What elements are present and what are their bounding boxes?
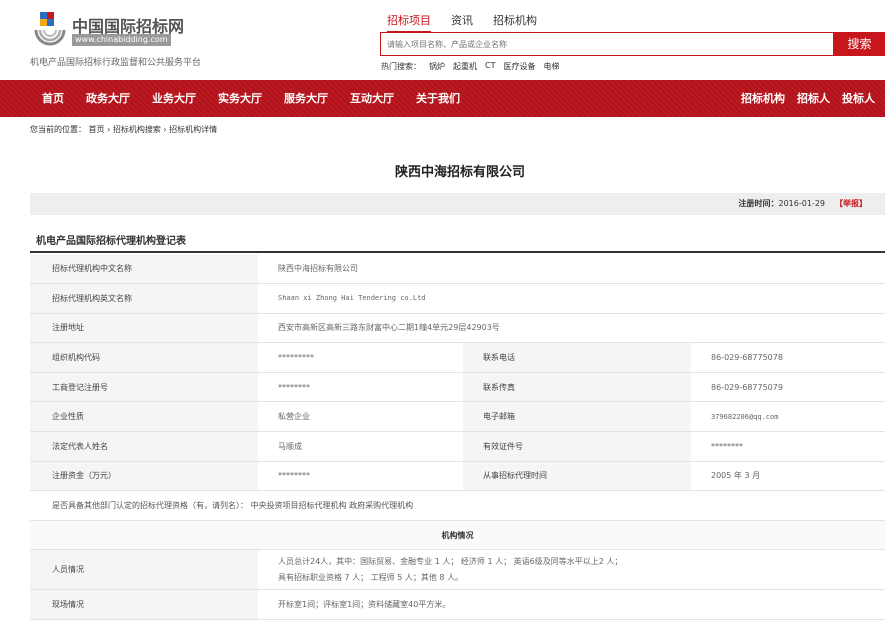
staff-value: 人员总计24人，其中：国际贸易、金融专业 1 人； 经济师 1 人； 英语6级及… <box>258 549 885 591</box>
logo-subtitle: 机电产品国际招标行政监督和公共服务平台 <box>30 58 202 68</box>
logo-url: www.chinabidding.com <box>72 34 171 46</box>
field-label: 企业性质 <box>30 401 258 433</box>
hot-label: 热门搜索： <box>381 62 421 71</box>
nav-practice-hall[interactable]: 实务大厅 <box>218 80 262 117</box>
field-value: 86-029-68775079 <box>691 372 885 403</box>
field-label: 人员情况 <box>30 549 258 591</box>
search-button[interactable]: 搜索 <box>834 32 885 56</box>
field-value: 2005 年 3 月 <box>691 461 885 492</box>
registration-time: 注册时间：2016-01-29 <box>739 193 826 215</box>
nav-bidders[interactable]: 投标人 <box>842 80 875 117</box>
table-row: 是否具备其他部门认定的招标代理资格（有，请列名）： 中央投资项目招标代理机构 政… <box>30 490 885 521</box>
main-nav: 首页 政务大厅 业务大厅 实务大厅 服务大厅 互动大厅 关于我们 招标机构 招标… <box>0 80 885 117</box>
site-header: 中国国际招标网 www.chinabidding.com 机电产品国际招标行政监… <box>0 0 885 80</box>
field-label: 注册资金（万元） <box>30 461 258 492</box>
table-row: 注册地址 西安市高新区高新三路东财富中心二期1幢4单元29层42903号 <box>30 313 885 344</box>
nav-agencies[interactable]: 招标机构 <box>741 80 785 117</box>
logo-icon[interactable] <box>30 10 70 48</box>
table-row: 人员情况 人员总计24人，其中：国际贸易、金融专业 1 人； 经济师 1 人； … <box>30 549 885 591</box>
field-value: 私营企业 <box>258 401 463 433</box>
field-value: 379682206@qq.com <box>691 401 885 433</box>
staff-line: 人员总计24人，其中：国际贸易、金融专业 1 人； 经济师 1 人； 英语6级及… <box>278 557 623 567</box>
search-input[interactable] <box>381 33 833 55</box>
field-value: 马顺成 <box>258 431 463 462</box>
search-box <box>380 32 834 56</box>
registration-table: 招标代理机构中文名称 陕西中海招标有限公司 招标代理机构英文名称 Shaan x… <box>30 254 885 620</box>
report-link[interactable]: 【举报】 <box>835 193 867 215</box>
field-value: 陕西中海招标有限公司 <box>258 254 885 285</box>
field-value: 西安市高新区高新三路东财富中心二期1幢4单元29层42903号 <box>258 313 885 344</box>
nav-interact-hall[interactable]: 互动大厅 <box>350 80 394 117</box>
table-row: 工商登记注册号 ******** 联系传真 86-029-68775079 <box>30 372 885 403</box>
hot-item[interactable]: 电梯 <box>543 61 559 72</box>
field-value: ******** <box>258 372 463 403</box>
field-label: 注册地址 <box>30 313 258 344</box>
field-label: 招标代理机构中文名称 <box>30 254 258 285</box>
staff-line: 具有招标职业资格 7 人； 工程师 5 人；其他 8 人。 <box>278 573 464 583</box>
table-row: 招标代理机构中文名称 陕西中海招标有限公司 <box>30 254 885 285</box>
registration-bar: 注册时间：2016-01-29 【举报】 <box>30 193 885 215</box>
registration-date: 2016-01-29 <box>778 199 826 208</box>
field-label: 法定代表人姓名 <box>30 431 258 462</box>
nav-tenderers[interactable]: 招标人 <box>797 80 830 117</box>
field-value: 开标室1间；评标室1间；资料储藏室40平方米。 <box>258 589 885 620</box>
hot-item[interactable]: 锅炉 <box>429 61 445 72</box>
nav-business-hall[interactable]: 业务大厅 <box>152 80 196 117</box>
field-value: ******** <box>691 431 885 462</box>
nav-home[interactable]: 首页 <box>42 80 64 117</box>
field-label: 联系电话 <box>463 342 691 373</box>
field-label: 组织机构代码 <box>30 342 258 373</box>
table-row: 组织机构代码 ********* 联系电话 86-029-68775078 <box>30 342 885 373</box>
hot-item[interactable]: 起重机 <box>453 61 477 72</box>
table-row: 招标代理机构英文名称 Shaan xi Zhong Hai Tendering … <box>30 283 885 314</box>
field-label: 联系传真 <box>463 372 691 403</box>
hot-item[interactable]: 医疗设备 <box>503 61 535 72</box>
table-row: 企业性质 私营企业 电子邮箱 379682206@qq.com <box>30 401 885 433</box>
search-tabs: 招标项目 资讯 招标机构 <box>387 12 537 33</box>
field-label: 工商登记注册号 <box>30 372 258 403</box>
registration-label: 注册时间： <box>738 199 779 208</box>
tab-bid-projects[interactable]: 招标项目 <box>387 12 431 33</box>
nav-about[interactable]: 关于我们 <box>416 80 460 117</box>
table-row: 机构情况 <box>30 520 885 551</box>
field-label: 有效证件号 <box>463 431 691 462</box>
section-header: 机构情况 <box>30 520 885 551</box>
other-qualifications: 是否具备其他部门认定的招标代理资格（有，请列名）： 中央投资项目招标代理机构 政… <box>30 490 885 521</box>
table-row: 注册资金（万元） ******** 从事招标代理时间 2005 年 3 月 <box>30 461 885 492</box>
section-title: 机电产品国际招标代理机构登记表 <box>30 230 885 253</box>
tab-news[interactable]: 资讯 <box>451 12 473 33</box>
field-value: ******** <box>258 461 463 492</box>
page-title: 陕西中海招标有限公司 <box>394 165 525 180</box>
field-value: 86-029-68775078 <box>691 342 885 373</box>
field-value: Shaan xi Zhong Hai Tendering co.Ltd <box>258 283 885 314</box>
nav-service-hall[interactable]: 服务大厅 <box>284 80 328 117</box>
field-label: 现场情况 <box>30 589 258 620</box>
field-label: 电子邮箱 <box>463 401 691 433</box>
hot-searches: 热门搜索： 锅炉 起重机 CT 医疗设备 电梯 <box>381 61 559 72</box>
field-label: 从事招标代理时间 <box>463 461 691 492</box>
nav-gov-hall[interactable]: 政务大厅 <box>86 80 130 117</box>
table-row: 法定代表人姓名 马顺成 有效证件号 ******** <box>30 431 885 462</box>
field-label: 招标代理机构英文名称 <box>30 283 258 314</box>
tab-agencies[interactable]: 招标机构 <box>493 12 537 33</box>
hot-item[interactable]: CT <box>485 61 495 72</box>
field-value: ********* <box>258 342 463 373</box>
breadcrumb[interactable]: 您当前的位置： 首页 › 招标机构搜索 › 招标机构详情 <box>30 124 217 135</box>
table-row: 现场情况 开标室1间；评标室1间；资料储藏室40平方米。 <box>30 589 885 620</box>
